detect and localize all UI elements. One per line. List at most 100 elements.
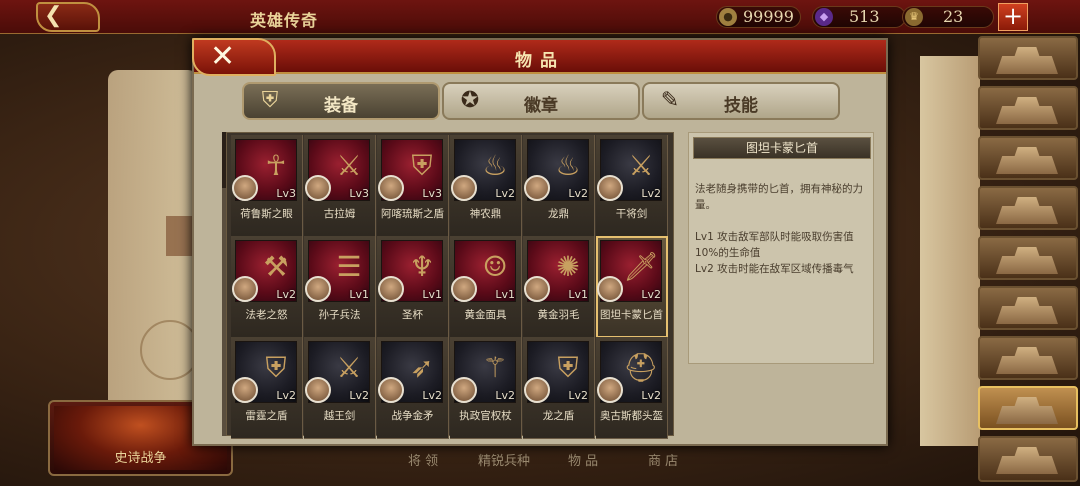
item-icon: ⛨ (265, 351, 287, 384)
building-palace-icon[interactable] (978, 336, 1078, 380)
item-icon: ⛨ (557, 351, 579, 384)
item-name: 奥古斯都头盔 (600, 410, 663, 422)
item-icon: ➶ (410, 351, 434, 384)
item-slot[interactable]: ⛨ Lv2 雷霆之盾 (231, 337, 303, 439)
item-name: 龙鼎 (548, 208, 569, 220)
hero-avatar (451, 175, 477, 201)
item-name: 黄金羽毛 (537, 309, 580, 321)
item-level: Lv2 (495, 389, 515, 402)
hero-avatar (597, 377, 623, 403)
hero-avatar (378, 377, 404, 403)
nav-generals[interactable]: 将 领 (408, 452, 438, 472)
tab-label: 技能 (724, 96, 758, 116)
item-level: Lv3 (349, 187, 369, 200)
item-level: Lv2 (276, 389, 296, 402)
detail-title: 图坦卡蒙匕首 (693, 137, 871, 159)
game-screen: 史诗战争 将 领 精锐兵种 物 品 商 店 ❮ 英雄传奇 ● 99999 ◆ 5… (0, 0, 1080, 486)
items-dialog: ✕ 物品 ⛨ 装备 ✪ 徽章 ✎ 技能 ☥ Lv3 荷鲁斯之眼 ⚔ Lv3 古拉姆 ⛨ Lv3… (192, 38, 888, 446)
item-level: Lv1 (568, 288, 588, 301)
item-name: 执政官权杖 (459, 410, 512, 422)
item-level: Lv2 (641, 389, 661, 402)
tab-equipment[interactable]: ⛨ 装备 (242, 82, 440, 120)
hero-avatar (524, 276, 550, 302)
item-slot[interactable]: ⚔ Lv3 古拉姆 (304, 135, 376, 237)
item-name: 阿喀琉斯之盾 (381, 208, 444, 220)
item-slot[interactable]: ⛨ Lv2 龙之盾 (523, 337, 595, 439)
building-temple-icon[interactable] (978, 386, 1078, 430)
item-name: 雷霆之盾 (245, 410, 288, 422)
item-slot[interactable]: ⚔ Lv2 越王剑 (304, 337, 376, 439)
item-name: 黄金面具 (464, 309, 507, 321)
item-level: Lv2 (568, 389, 588, 402)
tab-skills[interactable]: ✎ 技能 (642, 82, 840, 120)
building-fortress-icon[interactable] (978, 36, 1078, 80)
detail-lv1: Lv1 攻击敌军部队时能吸取伤害值10%的生命值 (695, 231, 854, 259)
back-button[interactable]: ❮ (36, 2, 100, 32)
hero-avatar (597, 276, 623, 302)
item-slot[interactable]: ♨ Lv2 龙鼎 (523, 135, 595, 237)
dialog-title: 物品 (515, 51, 565, 71)
item-slot[interactable]: ⚒ Lv2 法老之怒 (231, 236, 303, 338)
item-icon: ☰ (336, 250, 362, 283)
detail-levels: Lv1 攻击敌军部队时能吸取伤害值10%的生命值 Lv2 攻击时能在敌军区域传播… (695, 229, 875, 277)
hero-avatar (597, 175, 623, 201)
item-slot[interactable]: ☥ Lv3 荷鲁斯之眼 (231, 135, 303, 237)
tab-label: 徽章 (524, 96, 558, 116)
item-level: Lv3 (276, 187, 296, 200)
item-icon: ⛑ (623, 351, 659, 384)
item-level: Lv1 (422, 288, 442, 301)
add-currency-button[interactable]: + (998, 3, 1028, 31)
item-icon: ✺ (556, 250, 580, 283)
item-slot[interactable]: ⚔ Lv2 干将剑 (596, 135, 668, 237)
item-level: Lv2 (641, 288, 661, 301)
item-slot[interactable]: 🗡 Lv2 图坦卡蒙匕首 (596, 236, 668, 338)
coin-value: 99999 (743, 7, 794, 26)
hero-avatar (378, 175, 404, 201)
item-name: 神农鼎 (469, 208, 502, 220)
item-grid: ☥ Lv3 荷鲁斯之眼 ⚔ Lv3 古拉姆 ⛨ Lv3 阿喀琉斯之盾 ♨ Lv2 神农鼎 ♨ Lv2 龙鼎 ⚔… (226, 132, 674, 439)
item-slot[interactable]: ⛨ Lv3 阿喀琉斯之盾 (377, 135, 449, 237)
gem-counter: ◆ 513 (812, 6, 906, 28)
hero-avatar (305, 377, 331, 403)
building-great-wall-icon[interactable] (978, 286, 1078, 330)
item-level: Lv2 (495, 187, 515, 200)
nav-shop[interactable]: 商 店 (648, 452, 678, 472)
item-name: 越王剑 (323, 410, 356, 422)
dialog-header: ✕ 物品 (192, 38, 886, 76)
nav-elite-troops[interactable]: 精锐兵种 (478, 452, 530, 472)
item-level: Lv2 (422, 389, 442, 402)
item-level: Lv2 (568, 187, 588, 200)
hero-avatar (524, 175, 550, 201)
item-slot[interactable]: ⛑ Lv2 奥古斯都头盔 (596, 337, 668, 439)
item-icon: ⚚ (482, 351, 508, 384)
item-icon: ⚔ (628, 149, 654, 182)
item-slot[interactable]: ♆ Lv1 圣杯 (377, 236, 449, 338)
item-slot[interactable]: ➶ Lv2 战争金矛 (377, 337, 449, 439)
item-icon: ♨ (555, 149, 581, 182)
building-ruins-icon[interactable] (978, 186, 1078, 230)
map-building (166, 216, 194, 256)
item-slot[interactable]: ☺ Lv1 黄金面具 (450, 236, 522, 338)
item-name: 战争金矛 (391, 410, 434, 422)
item-name: 龙之盾 (542, 410, 575, 422)
building-colosseum-icon[interactable] (978, 136, 1078, 180)
building-pyramid-icon[interactable] (978, 436, 1078, 482)
item-icon: ♆ (409, 250, 435, 283)
hero-avatar (305, 175, 331, 201)
back-arrow-icon: ❮ (44, 3, 63, 28)
hero-avatar (232, 276, 258, 302)
tab-badges[interactable]: ✪ 徽章 (442, 82, 640, 120)
item-level: Lv2 (276, 288, 296, 301)
page-title: 英雄传奇 (250, 11, 319, 30)
bottom-nav: 将 领 精锐兵种 物 品 商 店 (380, 452, 740, 482)
hero-avatar (232, 175, 258, 201)
item-slot[interactable]: ♨ Lv2 神农鼎 (450, 135, 522, 237)
item-name: 法老之怒 (245, 309, 288, 321)
building-wall-icon[interactable] (978, 86, 1078, 130)
nav-items[interactable]: 物 品 (568, 452, 598, 472)
item-slot[interactable]: ✺ Lv1 黄金羽毛 (523, 236, 595, 338)
building-garden-icon[interactable] (978, 236, 1078, 280)
item-slot[interactable]: ⚚ Lv2 执政官权杖 (450, 337, 522, 439)
item-icon: ⚔ (336, 351, 362, 384)
item-slot[interactable]: ☰ Lv1 孙子兵法 (304, 236, 376, 338)
